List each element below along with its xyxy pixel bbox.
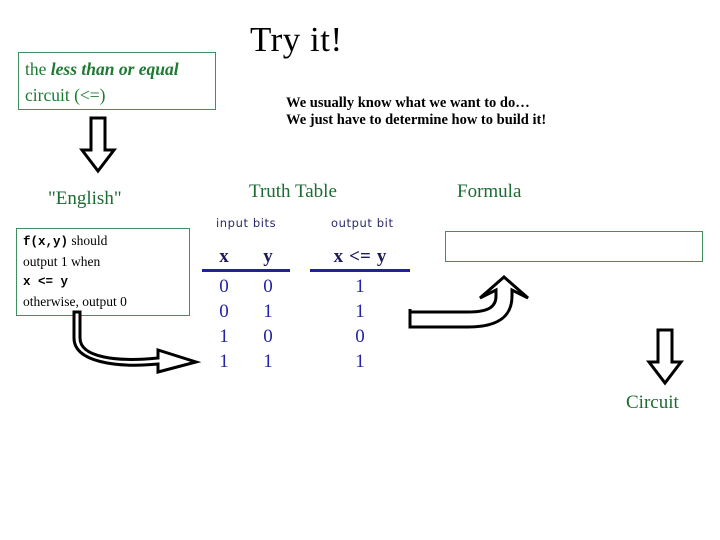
column-header-y: y	[263, 246, 273, 267]
truth-table-input-label: input bits	[216, 216, 277, 230]
table-row: 1	[310, 349, 410, 374]
cell-output: 1	[355, 351, 365, 372]
topic-box: the less than or equal circuit (<=)	[18, 52, 216, 110]
section-heading-formula: Formula	[457, 181, 522, 202]
english-line-1-text: should	[68, 233, 108, 248]
truth-table-output-group: x <= y 1 1 0 1	[310, 246, 410, 374]
table-row: 0 1	[202, 299, 290, 324]
cell-output: 1	[355, 301, 365, 322]
table-row: 1	[310, 299, 410, 324]
column-header-x: x	[333, 246, 344, 267]
arrow-down-block-icon	[78, 116, 118, 174]
topic-suffix: circuit (<=)	[25, 85, 106, 105]
subtitle-line-1: We usually know what we want to do…	[286, 95, 530, 111]
cell-output: 1	[355, 276, 365, 297]
truth-table-output-label: output bit	[331, 216, 394, 230]
truth-table-output-rule	[310, 269, 410, 272]
cell-y: 1	[263, 351, 273, 372]
cell-y: 0	[263, 326, 273, 347]
english-line-3-code: x <= y	[23, 275, 69, 289]
formula-answer-box[interactable]	[445, 231, 703, 262]
topic-prefix: the	[25, 59, 51, 79]
cell-output: 0	[355, 326, 365, 347]
column-header-x: x	[219, 246, 229, 267]
slide-canvas: Try it! We usually know what we want to …	[0, 0, 720, 540]
arrow-down-block-icon	[645, 328, 685, 386]
subtitle: We usually know what we want to do… We j…	[286, 95, 546, 129]
cell-x: 1	[219, 351, 229, 372]
english-line-1: f(x,y) should	[23, 231, 189, 252]
table-row: 1	[310, 274, 410, 299]
topic-emphasis: less than or equal	[50, 59, 179, 79]
truth-table-input-header-row: x y	[202, 246, 290, 269]
cell-x: 0	[219, 301, 229, 322]
table-row: 1 1	[202, 349, 290, 374]
cell-y: 1	[263, 301, 273, 322]
truth-table-input-group: x y 0 0 0 1 1 0 1 1	[202, 246, 290, 374]
table-row: 0	[310, 324, 410, 349]
column-header-operator: <=	[349, 246, 371, 267]
table-row: 0 0	[202, 274, 290, 299]
subtitle-line-2: We just have to determine how to build i…	[286, 112, 547, 128]
cell-x: 0	[219, 276, 229, 297]
english-line-4: otherwise, output 0	[23, 294, 127, 309]
column-header-y: y	[376, 246, 387, 267]
english-description-box: f(x,y) should output 1 when x <= y other…	[16, 228, 190, 316]
table-row: 1 0	[202, 324, 290, 349]
section-heading-english: "English"	[48, 188, 122, 209]
arrow-curved-right-icon	[72, 310, 202, 374]
section-heading-truth-table: Truth Table	[249, 181, 337, 202]
cell-x: 1	[219, 326, 229, 347]
truth-table-input-rule	[202, 269, 290, 272]
section-heading-circuit: Circuit	[626, 392, 679, 413]
english-line-1-code: f(x,y)	[23, 235, 69, 249]
page-title: Try it!	[250, 20, 343, 59]
english-line-2: output 1 when	[23, 254, 101, 269]
cell-y: 0	[263, 276, 273, 297]
arrow-uturn-up-icon	[408, 275, 529, 329]
truth-table-output-header-row: x <= y	[310, 246, 410, 269]
